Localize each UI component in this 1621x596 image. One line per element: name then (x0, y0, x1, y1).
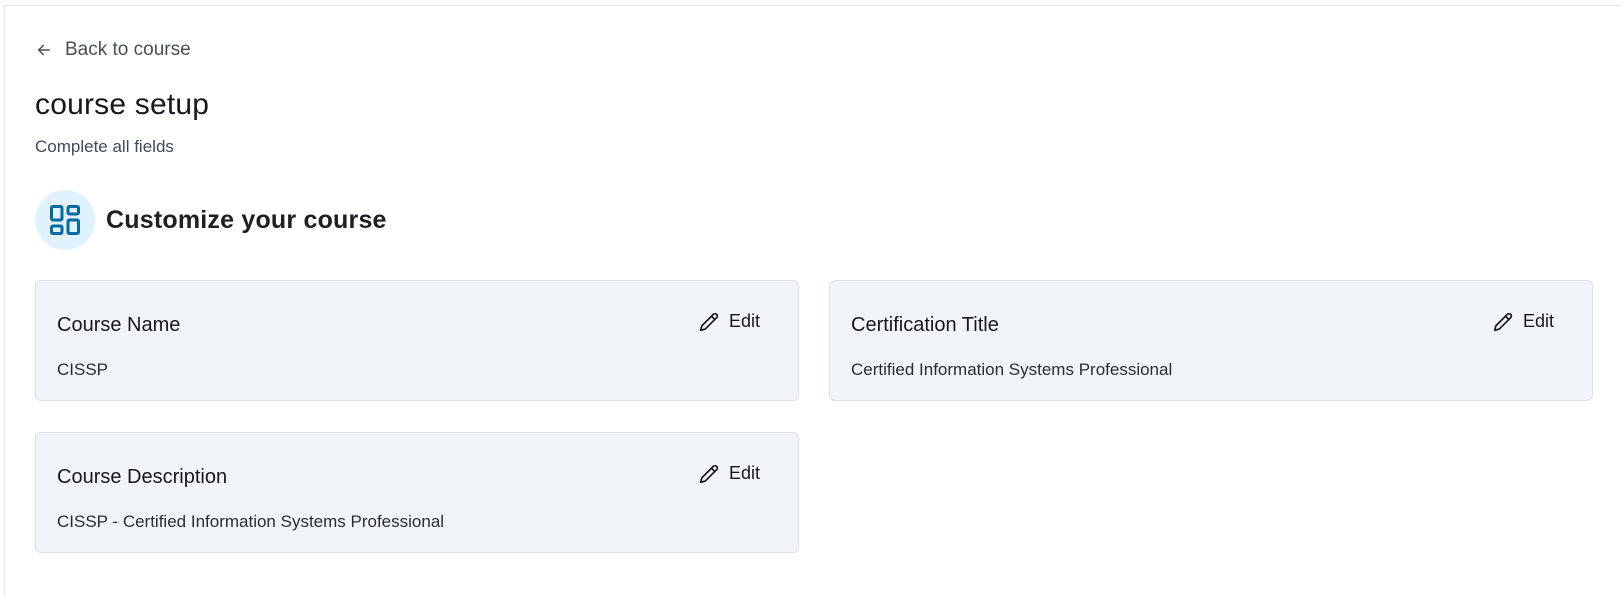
edit-label: Edit (1522, 311, 1554, 331)
pencil-icon (699, 312, 719, 331)
section-title: Customize your course (106, 205, 387, 234)
certification-title-card: Certification Title Edit Certified Infor… (829, 280, 1593, 401)
edit-course-description-button[interactable]: Edit (699, 463, 760, 484)
section-header: Customize your course (35, 190, 387, 250)
back-link-label: Back to course (65, 39, 191, 60)
course-description-label: Course Description (57, 466, 228, 488)
edit-label: Edit (728, 463, 760, 483)
arrow-left-icon (38, 44, 50, 56)
pencil-icon (1493, 312, 1513, 331)
pencil-icon (699, 464, 719, 483)
course-name-label: Course Name (57, 314, 181, 336)
course-description-card: Course Description Edit CISSP - Certifie… (35, 432, 799, 553)
page-subtitle: Complete all fields (35, 137, 174, 156)
certification-title-value: Certified Information Systems Profession… (851, 360, 1173, 379)
edit-course-name-button[interactable]: Edit (699, 311, 760, 332)
course-description-value: CISSP - Certified Information Systems Pr… (57, 512, 445, 531)
edit-label: Edit (728, 311, 760, 331)
back-to-course-link[interactable]: Back to course (35, 38, 191, 62)
certification-title-label: Certification Title (851, 314, 999, 336)
layout-dashboard-icon (50, 205, 80, 235)
course-name-value: CISSP (57, 360, 109, 379)
section-icon-badge (35, 190, 95, 250)
edit-certification-title-button[interactable]: Edit (1493, 311, 1554, 332)
page-title: course setup (35, 88, 210, 121)
course-name-card: Course Name Edit CISSP (35, 280, 799, 401)
